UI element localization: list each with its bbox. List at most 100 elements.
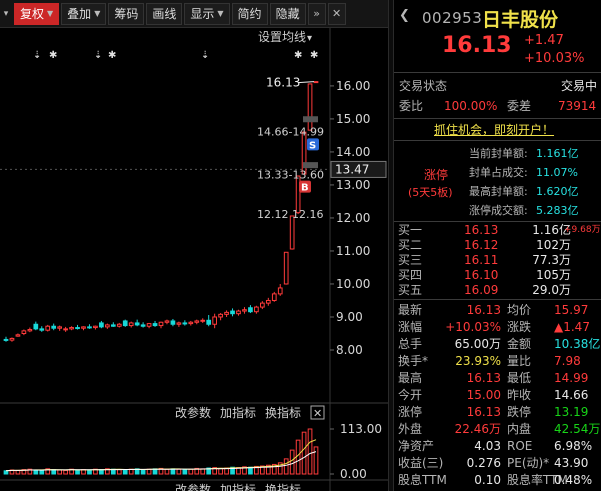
- candle-body: [75, 327, 80, 330]
- event-marker: ⇣: [33, 50, 41, 61]
- chevron-down-icon[interactable]: ▾: [0, 3, 12, 25]
- stat-row: 换手* 23.93% 量比 7.98: [394, 353, 601, 370]
- order-book-row[interactable]: 买二 16.12 102万: [394, 238, 601, 253]
- stat-label: 涨停: [398, 405, 423, 419]
- volume-bar: [39, 469, 45, 475]
- dropdown-arrow-icon: ▼: [94, 8, 101, 18]
- order-extra: +9.68万: [564, 225, 601, 235]
- stat-value: 42.54万: [554, 422, 601, 436]
- stat-value: 10.38亿: [554, 337, 601, 351]
- candle-body: [27, 329, 33, 332]
- stat-row: 涨幅 +10.03% 涨跌 ▲1.47: [394, 319, 601, 336]
- limit-up-row-value: 11.07%: [536, 166, 578, 179]
- divider: [394, 72, 601, 73]
- divider: [394, 118, 601, 119]
- stat-label: 最低: [507, 371, 532, 385]
- stat-label: 均价: [507, 303, 532, 317]
- stat-label: 内盘: [507, 422, 532, 436]
- stat-value: 65.00万: [454, 337, 501, 351]
- limit-up-row-label: 当前封单额:: [469, 147, 528, 160]
- candle-body: [122, 320, 128, 327]
- toolbar-button-1[interactable]: 叠加 ▼: [61, 2, 107, 25]
- ma-settings-button[interactable]: 设置均线: [258, 30, 306, 44]
- order-price: 16.11: [464, 253, 499, 267]
- chevron-left-icon[interactable]: ❮: [399, 8, 410, 23]
- kline-chart[interactable]: 16.00 15.00 14.00 13.00 12.00 11.00 10.00 9.00 8…: [0, 28, 388, 491]
- order-book-row[interactable]: 买五 16.09 29.0万: [394, 283, 601, 298]
- high-price-label: 16.13: [266, 76, 300, 90]
- limit-up-row: 当前封单额: 1.161亿: [394, 145, 601, 163]
- current-price-tag: 13.47: [335, 162, 369, 176]
- divider: [394, 221, 601, 222]
- toolbar-button-0[interactable]: 复权 ▼: [14, 2, 60, 25]
- event-marker: ⇣: [94, 50, 102, 61]
- open-account-link[interactable]: 抓住机会，即刻开户！: [434, 121, 554, 138]
- candle-body: [134, 322, 140, 326]
- stat-label: 今开: [398, 388, 423, 402]
- indicator-button[interactable]: 换指标: [265, 405, 301, 420]
- trading-status-label: 交易状态: [399, 79, 448, 93]
- stat-value: 16.13: [466, 303, 501, 317]
- order-book-row[interactable]: 买四 16.10 105万: [394, 268, 601, 283]
- close-icon[interactable]: ✕: [313, 407, 322, 420]
- candle-body: [230, 310, 235, 315]
- order-level: 买四: [398, 268, 423, 282]
- toolbar-button-3[interactable]: 画线: [146, 2, 183, 25]
- volume-bar: [87, 469, 92, 475]
- volume-bar: [164, 468, 170, 475]
- order-volume: 102万: [536, 238, 571, 252]
- toolbar-button-label: 叠加: [67, 6, 92, 21]
- stat-value: 43.90: [554, 456, 589, 470]
- volume-bar: [63, 469, 68, 475]
- volume-bar: [182, 469, 188, 475]
- toolbar-button-2[interactable]: 筹码: [108, 2, 145, 25]
- double-chevron-right-icon[interactable]: »: [307, 2, 326, 25]
- candle-body: [152, 323, 158, 327]
- indicator-button[interactable]: 改参数: [175, 482, 211, 491]
- candle-body: [283, 251, 289, 285]
- candle-body: [200, 319, 206, 322]
- order-level: 买一: [398, 223, 423, 237]
- volume-bar: [289, 449, 295, 475]
- stat-row: 外盘 22.46万 内盘 42.54万: [394, 421, 601, 438]
- candle-body: [242, 309, 247, 312]
- volume-bar: [116, 469, 122, 475]
- candle-body: [57, 326, 63, 329]
- order-ratio-row: 委比 100.00% 委差 73914: [394, 97, 601, 115]
- volume-bar: [283, 458, 289, 475]
- order-ratio-label: 委比: [399, 99, 424, 113]
- event-marker: ⇣: [201, 50, 209, 61]
- price-tick-label: 10.00: [336, 277, 370, 291]
- order-book-row[interactable]: 买一 16.13 1.16亿 +9.68万: [394, 223, 601, 238]
- toolbar-button-label: 简约: [237, 6, 262, 21]
- limit-up-row: 封单占成交: 11.07%: [394, 164, 601, 182]
- toolbar-button-5[interactable]: 简约: [231, 2, 268, 25]
- indicator-button[interactable]: 换指标: [265, 482, 301, 491]
- close-icon[interactable]: ✕: [327, 2, 346, 25]
- order-diff-value: 73914: [558, 99, 597, 113]
- toolbar-button-6[interactable]: 隐藏: [269, 2, 306, 25]
- candle-body: [69, 327, 74, 330]
- limit-up-row: 最高封单额: 1.620亿: [394, 183, 601, 201]
- indicator-button[interactable]: 改参数: [175, 405, 211, 420]
- price-band: [303, 116, 318, 123]
- volume-bar: [146, 468, 152, 475]
- price-change: +1.47: [524, 33, 564, 48]
- stat-label: PE(动)*: [507, 456, 550, 470]
- candle-body: [182, 322, 188, 325]
- indicator-button[interactable]: 加指标: [220, 482, 256, 491]
- volume-bar: [307, 428, 313, 475]
- volume-bar: [15, 469, 21, 475]
- stat-label: 净资产: [398, 439, 435, 453]
- stat-label: 最高: [398, 371, 423, 385]
- volume-bar: [57, 469, 63, 475]
- candle-body: [21, 330, 27, 334]
- candle-body: [277, 287, 283, 295]
- stat-label: 涨跌: [507, 320, 532, 334]
- order-book-row[interactable]: 买三 16.11 77.3万: [394, 253, 601, 268]
- volume-bar: [176, 468, 182, 475]
- dropdown-arrow-icon: ▼: [47, 8, 54, 18]
- indicator-button[interactable]: 加指标: [220, 405, 256, 420]
- candle-body: [104, 324, 110, 328]
- toolbar-button-4[interactable]: 显示 ▼: [184, 2, 230, 25]
